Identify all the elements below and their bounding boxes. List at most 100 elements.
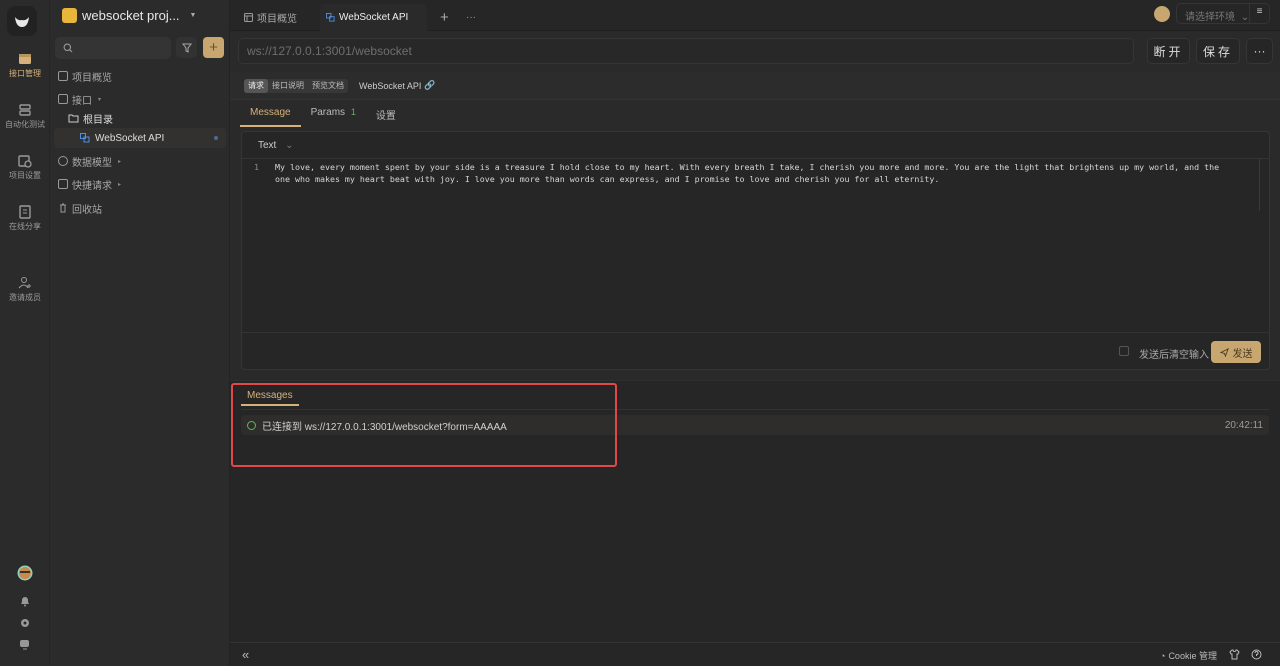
share-icon xyxy=(19,205,31,219)
caret-icon: ▾ xyxy=(98,96,102,103)
status-bar: « ◔ Cookie 管理 xyxy=(230,642,1280,666)
theme-icon[interactable] xyxy=(1229,649,1240,660)
tree-item-label: 快捷请求 xyxy=(72,180,112,192)
tree-item-api[interactable]: 接口 ▾ xyxy=(58,89,101,109)
link-icon[interactable]: 🔗 xyxy=(424,80,435,91)
project-switcher[interactable]: websocket proj... ▼ xyxy=(62,8,196,23)
folder-icon xyxy=(68,114,79,123)
rail-label: 邀请成员 xyxy=(9,293,41,302)
tab-settings[interactable]: 设置 xyxy=(366,103,406,127)
menu-icon[interactable]: ≡ xyxy=(1249,4,1269,23)
sub-toolbar: 请求 接口说明 预览文档 WebSocket API 🔗 xyxy=(230,72,1280,100)
highlight-box xyxy=(231,383,617,467)
tab-overview[interactable]: 项目概览 xyxy=(238,4,303,31)
api-name: WebSocket API xyxy=(359,81,422,91)
tab-label: Params xyxy=(310,107,346,118)
project-tree-panel: websocket proj... ▼ + 项目概览 接口 ▾ 根目录 WebS… xyxy=(50,0,230,666)
gear-icon xyxy=(21,619,29,627)
tree-search-input[interactable] xyxy=(55,37,171,59)
env-placeholder: 请选择环境 xyxy=(1185,12,1235,23)
cookie-manager-button[interactable]: ◔ Cookie 管理 xyxy=(1160,649,1217,662)
notifications-button[interactable] xyxy=(0,595,50,610)
collapse-sidebar-button[interactable]: « xyxy=(242,647,249,662)
format-select[interactable]: Text ⌄ xyxy=(242,132,1269,159)
more-button[interactable]: ··· xyxy=(1246,38,1273,64)
rail-item-share[interactable]: 在线分享 xyxy=(0,205,50,232)
feedback-button[interactable] xyxy=(0,638,50,653)
rail-item-settings[interactable]: 项目设置 xyxy=(0,154,50,181)
cookie-icon: ◔ xyxy=(1160,650,1166,661)
plus-icon: + xyxy=(440,9,449,26)
feedback-icon xyxy=(20,640,29,650)
rail-item-api[interactable]: 接口管理 xyxy=(0,52,50,79)
logo-icon xyxy=(15,17,29,27)
project-icon xyxy=(62,8,77,23)
tab-message[interactable]: Message xyxy=(240,103,301,127)
editor-scrollbar[interactable] xyxy=(1259,159,1269,211)
tree-item-overview[interactable]: 项目概览 xyxy=(58,66,112,86)
tree-item-models[interactable]: 数据模型 ▸ xyxy=(58,151,121,171)
overview-icon xyxy=(244,13,253,22)
rail-label: 项目设置 xyxy=(9,171,41,180)
settings-button[interactable] xyxy=(0,617,50,632)
editor-footer: 发送后清空输入 发送 xyxy=(242,332,1269,370)
save-button[interactable]: 保存 xyxy=(1196,38,1240,64)
clear-after-send-label: 发送后清空输入 xyxy=(1139,350,1209,361)
view-segment: 请求 接口说明 预览文档 xyxy=(244,79,348,93)
api-icon xyxy=(19,54,31,64)
clear-after-send-checkbox[interactable] xyxy=(1119,346,1129,356)
tree-item-label: 项目概览 xyxy=(72,72,112,84)
cookie-label: Cookie 管理 xyxy=(1168,651,1217,661)
segment-doc[interactable]: 接口说明 xyxy=(268,79,308,93)
tab-more-button[interactable]: ··· xyxy=(460,4,482,31)
help-icon[interactable] xyxy=(1251,649,1262,660)
tree-item-label: 接口 xyxy=(72,95,92,107)
env-select[interactable]: 请选择环境 ⌄ ≡ xyxy=(1176,3,1270,24)
add-button[interactable]: + xyxy=(203,37,224,58)
disconnect-button[interactable]: 断开 xyxy=(1147,38,1190,64)
chevron-down-icon: ▼ xyxy=(189,12,197,19)
message-time: 20:42:11 xyxy=(1224,419,1263,431)
caret-icon: ▸ xyxy=(118,181,122,188)
tab-label: WebSocket API xyxy=(339,12,409,23)
env-status-icon[interactable] xyxy=(1154,6,1170,22)
new-tab-button[interactable]: + xyxy=(434,4,455,31)
chevron-down-icon: ⌄ xyxy=(285,140,294,151)
tab-params[interactable]: Params 1 xyxy=(301,103,366,127)
send-button[interactable]: 发送 xyxy=(1211,341,1261,363)
segment-preview[interactable]: 预览文档 xyxy=(308,79,348,93)
request-tabs: Message Params 1 设置 xyxy=(240,103,406,127)
tree-item-trash[interactable]: 回收站 xyxy=(58,198,102,218)
api-icon xyxy=(58,94,68,104)
rail-label: 接口管理 xyxy=(9,69,41,78)
rail-item-test[interactable]: 自动化测试 xyxy=(0,103,50,130)
message-editor: Text ⌄ 1 My love, every moment spent by … xyxy=(241,131,1270,370)
avatar[interactable] xyxy=(0,565,50,584)
app-logo[interactable] xyxy=(7,6,37,36)
main-panel: 项目概览 WebSocket API + ··· 请选择环境 ⌄ ≡ ws://… xyxy=(230,0,1280,666)
url-value: ws://127.0.0.1:3001/websocket xyxy=(247,44,412,58)
chevron-down-icon: ⌄ xyxy=(1240,12,1250,23)
rail-label: 自动化测试 xyxy=(5,120,45,129)
params-badge: 1 xyxy=(350,107,356,117)
send-icon xyxy=(1219,347,1229,357)
tree-item-root-folder[interactable]: 根目录 xyxy=(68,108,113,128)
rail-item-invite[interactable]: 邀请成员 xyxy=(0,276,50,303)
caret-icon: ▸ xyxy=(118,158,122,165)
tab-label: Message xyxy=(250,107,291,118)
left-rail: 接口管理 自动化测试 项目设置 在线分享 邀请成员 xyxy=(0,0,50,666)
filter-button[interactable] xyxy=(176,37,197,58)
tab-websocket-api[interactable]: WebSocket API xyxy=(320,4,427,31)
tree-item-websocket-api[interactable]: WebSocket API xyxy=(54,128,226,148)
url-input[interactable]: ws://127.0.0.1:3001/websocket xyxy=(238,38,1134,64)
tree-item-label: WebSocket API xyxy=(95,132,165,144)
segment-request[interactable]: 请求 xyxy=(244,79,268,93)
quick-icon xyxy=(58,179,68,189)
search-icon xyxy=(63,43,73,53)
rail-label: 在线分享 xyxy=(9,222,41,231)
tree-item-label: 数据模型 xyxy=(72,157,112,169)
code-area[interactable]: 1 My love, every moment spent by your si… xyxy=(242,159,1269,331)
unsaved-dot xyxy=(214,136,218,140)
tree-item-quick-requests[interactable]: 快捷请求 ▸ xyxy=(58,174,121,194)
message-content: My love, every moment spent by your side… xyxy=(275,162,1225,184)
